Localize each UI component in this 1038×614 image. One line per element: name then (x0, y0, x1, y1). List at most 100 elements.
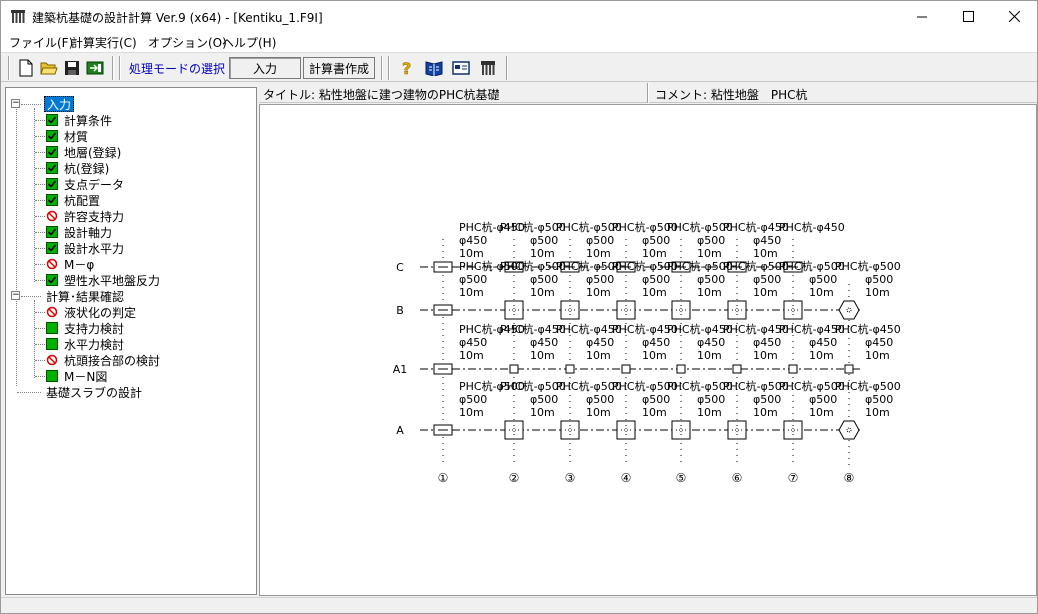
info-bar: タイトル: 粘性地盤に建つ建物のPHC杭基礎 コメント: 粘性地盤 PHC杭 (259, 83, 1037, 103)
expand-toggle-calc[interactable]: − (11, 291, 20, 300)
pile-cap-symbol (560, 300, 580, 320)
minimize-button[interactable] (899, 1, 945, 31)
tree-item[interactable]: 支点データ (46, 176, 124, 192)
menu-file[interactable]: ファイル(F) (9, 34, 73, 51)
maximize-button[interactable] (945, 1, 991, 31)
tree-guide-line (35, 376, 45, 377)
column-label: ② (509, 471, 520, 485)
tree-node-input-label: 入力 (47, 97, 72, 112)
pile-diameter-label: φ500 (753, 273, 781, 286)
save-button[interactable] (61, 57, 83, 79)
close-button[interactable] (991, 1, 1037, 31)
open-button[interactable] (38, 57, 60, 79)
ok-icon (46, 370, 58, 382)
card-icon (452, 61, 470, 75)
tree-node-calc-label: 計算･結果確認 (46, 289, 125, 304)
menu-options[interactable]: オプション(O) (148, 34, 227, 51)
info-divider (647, 83, 649, 103)
tree-guide-line (17, 392, 41, 393)
pile-length-label: 10m (809, 286, 834, 299)
save-icon (65, 61, 79, 75)
navigation-tree: − 入力 計算条件 材質 地層(登録) 杭(登録) 支点データ 杭配置 許容支持力 設計軸力設… (5, 87, 257, 595)
manual-icon (425, 61, 443, 76)
pile-cap-symbol (671, 420, 691, 440)
pile-cap-symbol (727, 420, 747, 440)
card-button[interactable] (450, 57, 472, 79)
pile-length-label: 10m (586, 349, 611, 362)
tree-item-label: 支持力検討 (64, 321, 125, 336)
tree-item[interactable]: 設計水平力 (46, 240, 124, 256)
tree-node-slab-design[interactable]: 基礎スラブの設計 (46, 384, 142, 400)
pile-length-label: 10m (697, 286, 722, 299)
pile-diameter-label: φ500 (642, 234, 670, 247)
pile-length-label: 10m (865, 406, 890, 419)
manual-button[interactable] (423, 57, 445, 79)
building-button[interactable] (477, 57, 499, 79)
tree-item-label: 設計軸力 (64, 225, 113, 240)
tree-item[interactable]: 地層(登録) (46, 144, 121, 160)
tree-item[interactable]: 計算条件 (46, 112, 112, 128)
tree-node-input[interactable]: 入力 (44, 96, 75, 112)
tree-guide-line (35, 312, 45, 313)
tree-item-label: 水平力検討 (64, 337, 125, 352)
tree-item-label: 杭(登録) (64, 161, 110, 176)
pile-cap-symbol (565, 364, 575, 374)
pile-diameter-label: φ500 (586, 273, 614, 286)
expand-toggle-input[interactable]: − (11, 99, 20, 108)
pile-layout-canvas[interactable]: ① ② ③ ④ ⑤ ⑥ ⑦ ⑧ C PHC杭-φ450 φ450 10m PHC杭-φ500 φ500 10… (259, 104, 1037, 596)
status-bar (1, 597, 1037, 613)
help-icon: ? (402, 59, 412, 77)
tree-item[interactable]: 液状化の判定 (46, 304, 136, 320)
tree-item[interactable]: 設計軸力 (46, 224, 112, 240)
pile-length-label: 10m (753, 247, 778, 260)
tree-item[interactable]: 支持力検討 (46, 320, 124, 336)
tree-item[interactable]: 杭頭接合部の検討 (46, 352, 160, 368)
pile-diameter-label: φ500 (530, 273, 558, 286)
pile-type-label: PHC杭-φ450 (779, 220, 845, 234)
tree-item[interactable]: 塑性水平地盤反力 (46, 272, 160, 288)
tree-item-label: 塑性水平地盤反力 (64, 273, 161, 288)
pile-type-label: PHC杭-φ500 (835, 259, 901, 273)
tree-item[interactable]: M－φ (46, 256, 94, 272)
pile-diameter-label: φ500 (586, 234, 614, 247)
ok-icon (46, 338, 58, 350)
tree-item[interactable]: M－N図 (46, 368, 107, 384)
pile-cap-symbol (616, 300, 636, 320)
pile-diameter-label: φ500 (530, 234, 558, 247)
checked-icon (46, 242, 58, 254)
menu-help[interactable]: ヘルプ(H) (222, 34, 276, 51)
ok-icon (46, 322, 58, 334)
toolbar-separator (119, 56, 121, 80)
pile-length-label: 10m (459, 286, 484, 299)
new-file-button[interactable] (15, 57, 37, 79)
pile-cap-symbol (671, 300, 691, 320)
pile-diameter-label: φ450 (753, 336, 781, 349)
prohibited-icon (46, 354, 58, 366)
checked-icon (46, 162, 58, 174)
export-button[interactable] (84, 57, 106, 79)
pile-length-label: 10m (586, 247, 611, 260)
tree-item[interactable]: 材質 (46, 128, 88, 144)
pile-cap-symbol (509, 364, 519, 374)
pile-diameter-label: φ500 (459, 273, 487, 286)
tree-item[interactable]: 杭配置 (46, 192, 100, 208)
mode-input-display[interactable]: 入力 (229, 57, 301, 79)
tree-guide-line (35, 328, 45, 329)
app-icon (11, 10, 25, 23)
project-comment: コメント: 粘性地盤 PHC杭 (655, 88, 808, 102)
menu-calc-run[interactable]: 計算実行(C) (71, 34, 137, 51)
tree-item[interactable]: 杭(登録) (46, 160, 109, 176)
pile-cap-symbol (783, 420, 803, 440)
tree-item-label: 杭配置 (64, 193, 101, 208)
checked-icon (46, 274, 58, 286)
tree-guide-line (35, 280, 45, 281)
help-button[interactable]: ? (396, 57, 418, 79)
tree-node-calc-results[interactable]: 計算･結果確認 (46, 288, 124, 304)
create-report-button[interactable]: 計算書作成 (303, 57, 375, 79)
tree-item[interactable]: 水平力検討 (46, 336, 124, 352)
pile-length-label: 10m (530, 349, 555, 362)
tree-item[interactable]: 許容支持力 (46, 208, 124, 224)
column-label: ④ (621, 471, 632, 485)
pile-diameter-label: φ500 (865, 273, 893, 286)
tree-guide-line (35, 360, 45, 361)
